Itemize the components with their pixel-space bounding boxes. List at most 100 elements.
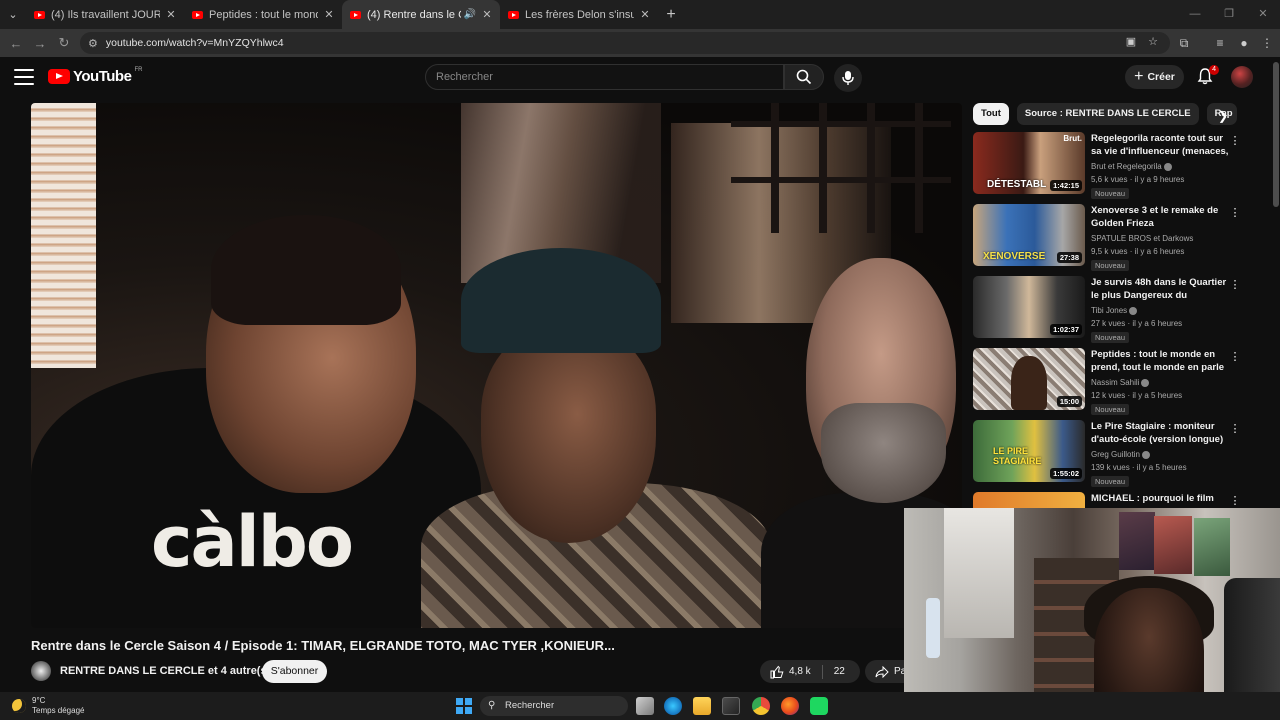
address-bar[interactable]: ⚙ youtube.com/watch?v=MnYZQYhlwc4 ▣ ☆ — [80, 32, 1170, 54]
window-controls: — ❐ ✕ — [1178, 0, 1280, 29]
more-actions-icon[interactable]: ⋮ — [1229, 350, 1241, 363]
channel-name[interactable]: RENTRE DANS LE CERCLE et 4 autre(s) — [60, 665, 270, 677]
youtube-favicon-icon — [350, 10, 361, 19]
recommended-video[interactable]: Brut. DÉTESTABL 1:42:15 Regelegorila rac… — [973, 132, 1245, 199]
recommended-channel[interactable]: Brut et Regelegorila — [1091, 162, 1172, 171]
notifications-button[interactable]: 4 — [1196, 65, 1219, 87]
browser-menu-icon[interactable]: ⋮ — [1257, 33, 1277, 53]
taskbar-search-label: Rechercher — [505, 700, 555, 711]
recommended-video[interactable]: 1:02:37 Je survis 48h dans le Quartier l… — [973, 276, 1245, 343]
chrome-browser-icon[interactable] — [752, 697, 770, 715]
recommended-title[interactable]: Je survis 48h dans le Quartier le plus D… — [1091, 276, 1229, 303]
recommended-channel[interactable]: Tibi Jones — [1091, 306, 1138, 315]
edge-browser-icon[interactable] — [664, 697, 682, 715]
browser-tab[interactable]: Les frères Delon s'insultent en pleine ✕ — [500, 0, 658, 29]
new-tab-button[interactable]: + — [658, 6, 684, 24]
tab-close-icon[interactable]: ✕ — [322, 8, 336, 21]
video-person-right-beard — [821, 403, 946, 503]
cast-icon[interactable]: ▣ — [1126, 35, 1136, 48]
maximize-icon[interactable]: ❐ — [1212, 0, 1246, 29]
create-button[interactable]: + Créer — [1125, 65, 1184, 89]
search-button[interactable] — [784, 64, 824, 90]
video-thumbnail[interactable]: LE PIRE STAGIAIRE 1:55:02 — [973, 420, 1085, 482]
media-controls-icon[interactable]: ≡ — [1210, 33, 1230, 53]
recommended-meta: 139 k vues · il y a 5 heures — [1091, 463, 1187, 472]
tab-close-icon[interactable]: ✕ — [638, 8, 652, 21]
duration-badge: 1:42:15 — [1050, 180, 1082, 191]
recommended-channel[interactable]: Nassim Sahili — [1091, 378, 1150, 387]
recommended-title[interactable]: Le Pire Stagiaire : moniteur d'auto-écol… — [1091, 420, 1229, 446]
search-input[interactable]: Rechercher — [425, 64, 784, 90]
youtube-logo[interactable]: YouTube FR — [48, 67, 142, 85]
video-thumbnail[interactable]: 1:02:37 — [973, 276, 1085, 338]
browser-tab[interactable]: (4) Ils travaillent JOUR ET NUIT ✕ — [26, 0, 184, 29]
account-avatar[interactable] — [1231, 66, 1253, 88]
recommended-title[interactable]: MICHAEL : pourquoi le film sur — [1091, 492, 1229, 508]
tab-title: (4) Rentre dans le Cercle Saison — [367, 8, 461, 21]
video-thumbnail[interactable]: XENOVERSE 27:38 — [973, 204, 1085, 266]
more-actions-icon[interactable]: ⋮ — [1229, 134, 1241, 147]
recommended-channel[interactable]: SPATULE BROS et Darkows — [1091, 234, 1193, 243]
browser-tab-active[interactable]: (4) Rentre dans le Cercle Saison 🔊 ✕ — [342, 0, 500, 29]
microsoft-store-icon[interactable] — [722, 697, 740, 715]
reload-icon[interactable]: ↻ — [52, 35, 76, 51]
file-explorer-icon[interactable] — [693, 697, 711, 715]
webcam-poster — [1154, 516, 1192, 574]
tab-search-icon[interactable]: ⌄ — [0, 0, 26, 29]
recommended-video[interactable]: LE PIRE STAGIAIRE 1:55:02 Le Pire Stagia… — [973, 420, 1245, 487]
channel-avatar[interactable] — [31, 661, 51, 681]
windows-start-icon[interactable] — [456, 698, 472, 714]
bookmark-star-icon[interactable]: ☆ — [1148, 35, 1158, 48]
voice-search-button[interactable] — [834, 64, 862, 92]
more-actions-icon[interactable]: ⋮ — [1229, 206, 1241, 219]
more-actions-icon[interactable]: ⋮ — [1229, 422, 1241, 435]
browser-tab[interactable]: Peptides : tout le monde en prend ✕ — [184, 0, 342, 29]
plus-icon: + — [1134, 68, 1144, 85]
create-label: Créer — [1147, 71, 1175, 83]
webcam-poster — [1119, 512, 1155, 570]
video-thumbnail[interactable]: 15:00 — [973, 348, 1085, 410]
chevron-right-icon[interactable]: ❯ — [1218, 109, 1228, 123]
recommended-channel[interactable]: Greg Guillotin — [1091, 450, 1150, 459]
chip-source[interactable]: Source : RENTRE DANS LE CERCLE — [1016, 103, 1199, 125]
extensions-icon[interactable]: ⧉ — [1174, 33, 1194, 53]
menu-icon[interactable] — [14, 69, 34, 85]
more-actions-icon[interactable]: ⋮ — [1229, 278, 1241, 291]
recommended-video[interactable]: MICHAEL : pourquoi le film sur ⋮ — [973, 492, 1245, 508]
weather-widget[interactable]: 9°C Temps dégagé — [12, 696, 84, 716]
recommended-title[interactable]: Regelegorila raconte tout sur sa vie d'i… — [1091, 132, 1229, 159]
tab-close-icon[interactable]: ✕ — [164, 8, 178, 21]
minimize-icon[interactable]: — — [1178, 0, 1212, 29]
task-view-icon[interactable] — [636, 697, 654, 715]
forward-icon[interactable]: → — [28, 36, 52, 51]
video-player[interactable]: càlbo — [31, 103, 962, 628]
webcam-overlay — [904, 508, 1280, 720]
more-actions-icon[interactable]: ⋮ — [1229, 494, 1241, 507]
video-thumbnail[interactable] — [973, 492, 1085, 508]
recommended-video[interactable]: XENOVERSE 27:38 Xenoverse 3 et le remake… — [973, 204, 1245, 271]
back-icon[interactable]: ← — [4, 36, 28, 51]
profile-icon[interactable]: ● — [1234, 33, 1254, 53]
firefox-browser-icon[interactable] — [781, 697, 799, 715]
like-count[interactable]: 4,8 k — [789, 666, 811, 677]
weather-condition: Temps dégagé — [32, 706, 85, 715]
screen: ⌄ (4) Ils travaillent JOUR ET NUIT ✕ Pep… — [0, 0, 1280, 720]
app-icon[interactable] — [810, 697, 828, 715]
tab-close-icon[interactable]: ✕ — [480, 8, 494, 21]
video-thumbnail[interactable]: Brut. DÉTESTABL 1:42:15 — [973, 132, 1085, 194]
chip-all[interactable]: Tout — [973, 103, 1009, 125]
duration-badge: 1:02:37 — [1050, 324, 1082, 335]
recommended-video[interactable]: 15:00 Peptides : tout le monde en prend,… — [973, 348, 1245, 415]
close-window-icon[interactable]: ✕ — [1246, 0, 1280, 29]
page-scrollbar[interactable] — [1273, 62, 1279, 207]
thumbs-up-icon[interactable] — [770, 665, 784, 679]
thumbnail-brand: Brut. — [1063, 134, 1082, 143]
recommended-title[interactable]: Xenoverse 3 et le remake de Golden Friez… — [1091, 204, 1229, 230]
subscribe-button[interactable]: S'abonner — [262, 660, 327, 683]
taskbar-search[interactable]: ⚲ Rechercher — [480, 696, 628, 716]
browser-tab-bar: ⌄ (4) Ils travaillent JOUR ET NUIT ✕ Pep… — [0, 0, 1280, 29]
site-info-icon[interactable]: ⚙ — [88, 37, 98, 50]
recommended-title[interactable]: Peptides : tout le monde en prend, tout … — [1091, 348, 1229, 375]
speaker-icon[interactable]: 🔊 — [464, 9, 476, 20]
recommended-meta: 12 k vues · il y a 5 heures — [1091, 391, 1183, 400]
